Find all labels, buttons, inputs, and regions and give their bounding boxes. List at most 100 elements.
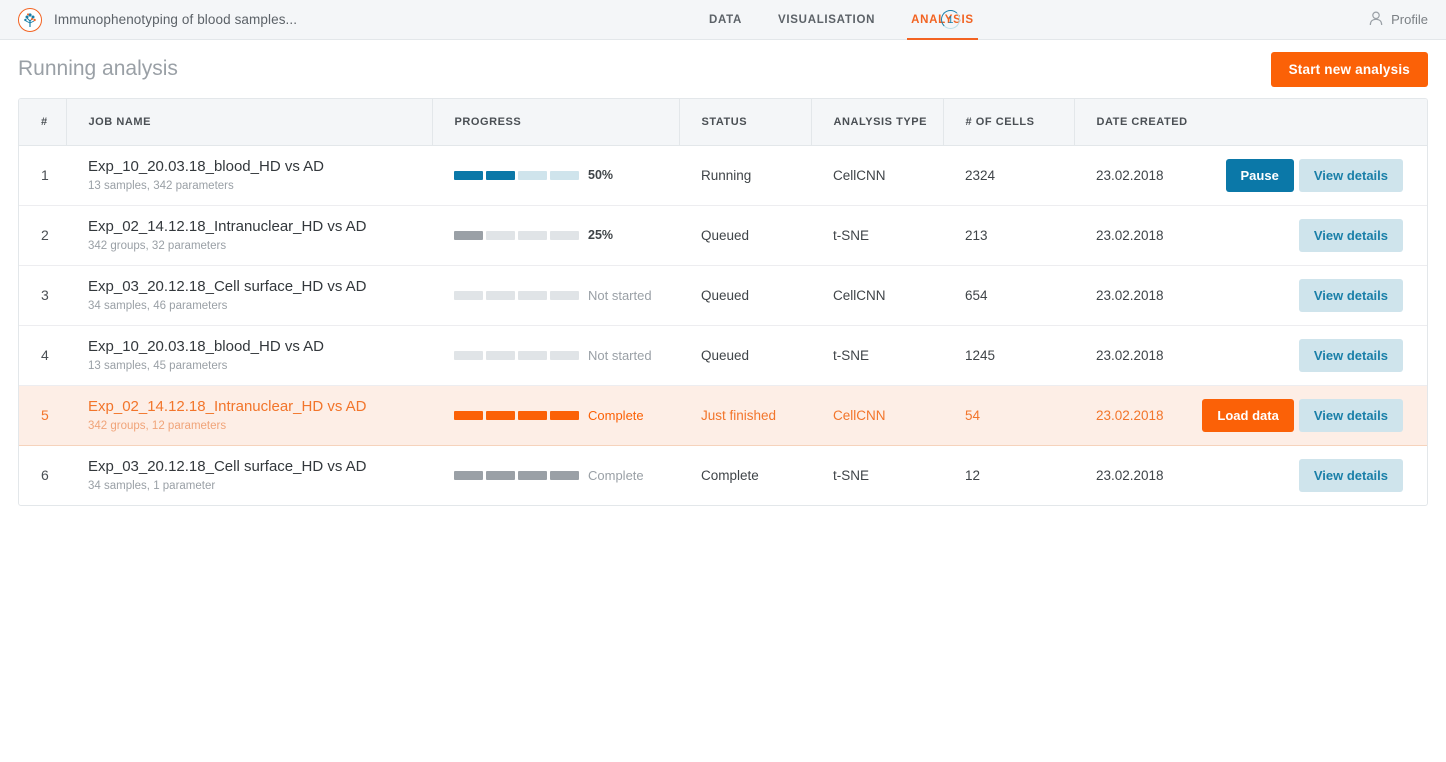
job-name-cell: Exp_03_20.12.18_Cell surface_HD vs AD 34 … <box>66 445 432 505</box>
job-name-cell: Exp_02_14.12.18_Intranuclear_HD vs AD 342… <box>66 385 432 445</box>
row-number: 2 <box>41 227 49 243</box>
progress-segment <box>550 470 579 480</box>
date-created-cell: 23.02.2018 <box>1096 287 1164 303</box>
column-header-cells[interactable]: # OF CELLS <box>943 99 1075 146</box>
actions-cell: Load data View details <box>1202 385 1427 445</box>
analysis-jobs-table-container: # JOB NAME PROGRESS STATUS ANALYSIS TYPE… <box>18 98 1428 506</box>
table-row[interactable]: 4 Exp_10_20.03.18_blood_HD vs AD 13 sample… <box>19 325 1427 385</box>
progress-bar <box>454 410 579 420</box>
analysis-count-badge[interactable]: 1 <box>941 10 960 29</box>
load-data-button[interactable]: Load data <box>1202 398 1294 432</box>
progress-bar <box>454 170 579 180</box>
cells-count-cell: 12 <box>965 467 981 483</box>
table-row[interactable]: 6 Exp_03_20.12.18_Cell surface_HD vs AD 34… <box>19 445 1427 505</box>
job-meta: 342 groups, 12 parameters <box>88 420 227 433</box>
user-icon <box>1369 11 1383 29</box>
page-title: Running analysis <box>18 57 178 80</box>
progress-cell: 25% <box>432 205 679 265</box>
brand[interactable]: Immunophenotyping of blood samples... <box>18 7 298 32</box>
actions-cell: View details <box>1249 325 1427 385</box>
progress-segment <box>454 470 483 480</box>
analysis-type-cell: t-SNE <box>833 347 870 363</box>
row-number: 3 <box>41 287 49 303</box>
progress-segment <box>518 290 547 300</box>
progress-segment <box>486 410 515 420</box>
job-name-cell: Exp_03_20.12.18_Cell surface_HD vs AD 34 … <box>66 265 432 325</box>
table-row[interactable]: 3 Exp_03_20.12.18_Cell surface_HD vs AD 34… <box>19 265 1427 325</box>
actions-cell: Pause View details <box>1225 145 1427 205</box>
progress-segment <box>518 350 547 360</box>
job-meta: 342 groups, 32 parameters <box>88 240 227 253</box>
date-created-cell: 23.02.2018 <box>1096 347 1164 363</box>
progress-segment <box>454 290 483 300</box>
job-name: Exp_10_20.03.18_blood_HD vs AD <box>88 157 325 175</box>
cells-count-cell: 54 <box>965 407 981 423</box>
progress-label: Not started <box>588 287 652 303</box>
job-name-cell: Exp_10_20.03.18_blood_HD vs AD 13 samples… <box>66 325 432 385</box>
view-details-button[interactable]: View details <box>1298 398 1403 432</box>
job-name-cell: Exp_02_14.12.18_Intranuclear_HD vs AD 342… <box>66 205 432 265</box>
status-cell: Queued <box>701 287 750 303</box>
page-header: Running analysis Start new analysis <box>0 40 1446 98</box>
column-header-number[interactable]: # <box>19 99 67 146</box>
start-new-analysis-button[interactable]: Start new analysis <box>1270 51 1428 87</box>
progress-segment <box>486 470 515 480</box>
row-number: 5 <box>41 407 49 423</box>
progress-bar <box>454 470 579 480</box>
progress-bar <box>454 350 579 360</box>
table-row[interactable]: 5 Exp_02_14.12.18_Intranuclear_HD vs AD 34… <box>19 385 1427 445</box>
table-header: # JOB NAME PROGRESS STATUS ANALYSIS TYPE… <box>19 99 1427 146</box>
actions-cell: View details <box>1249 265 1427 325</box>
progress-segment <box>550 290 579 300</box>
pause-button[interactable]: Pause <box>1225 158 1294 192</box>
job-meta: 34 samples, 1 parameter <box>88 480 216 493</box>
date-created-cell: 23.02.2018 <box>1096 167 1164 183</box>
view-details-button[interactable]: View details <box>1298 278 1403 312</box>
job-name-cell: Exp_10_20.03.18_blood_HD vs AD 13 samples… <box>66 145 432 205</box>
analysis-type-cell: CellCNN <box>833 287 886 303</box>
view-details-button[interactable]: View details <box>1298 338 1403 372</box>
column-header-date-created[interactable]: DATE CREATED <box>1074 99 1427 146</box>
actions-cell: View details <box>1249 445 1427 505</box>
nav-item-data[interactable]: DATA <box>691 0 760 40</box>
progress-segment <box>550 230 579 240</box>
row-number: 1 <box>41 167 49 183</box>
date-created-cell: 23.02.2018 <box>1096 467 1164 483</box>
row-number: 6 <box>41 467 49 484</box>
view-details-button[interactable]: View details <box>1298 158 1403 192</box>
status-cell: Just finished <box>701 407 777 423</box>
progress-cell: Not started <box>432 325 679 385</box>
job-meta: 13 samples, 342 parameters <box>88 180 234 193</box>
column-header-job-name[interactable]: JOB NAME <box>66 99 433 146</box>
top-navigation-bar: Immunophenotyping of blood samples... DA… <box>0 0 1446 40</box>
table-row[interactable]: 2 Exp_02_14.12.18_Intranuclear_HD vs AD 34… <box>19 205 1427 265</box>
status-cell: Queued <box>701 347 750 363</box>
job-name: Exp_10_20.03.18_blood_HD vs AD <box>88 337 325 355</box>
table-header-row: # JOB NAME PROGRESS STATUS ANALYSIS TYPE… <box>19 99 1427 146</box>
profile-menu[interactable]: Profile <box>1369 11 1428 29</box>
progress-segment <box>454 350 483 360</box>
table-row[interactable]: 1 Exp_10_20.03.18_blood_HD vs AD 13 sample… <box>19 145 1427 205</box>
job-meta: 34 samples, 46 parameters <box>88 300 228 313</box>
progress-label: 25% <box>588 228 614 242</box>
date-created-cell: 23.02.2018 <box>1096 227 1164 243</box>
progress-segment <box>550 170 579 180</box>
status-cell: Complete <box>701 467 759 483</box>
view-details-button[interactable]: View details <box>1298 218 1403 252</box>
progress-cell: Not started <box>432 265 679 325</box>
column-header-progress[interactable]: PROGRESS <box>432 99 680 146</box>
progress-segment <box>486 290 515 300</box>
column-header-analysis-type[interactable]: ANALYSIS TYPE <box>811 99 944 146</box>
progress-bar <box>454 290 579 300</box>
analysis-type-cell: t-SNE <box>833 227 870 243</box>
progress-label: Not started <box>588 347 652 363</box>
progress-bar <box>454 230 579 240</box>
progress-label: 50% <box>588 168 614 182</box>
nav-item-visualisation[interactable]: VISUALISATION <box>760 0 893 40</box>
column-header-status[interactable]: STATUS <box>679 99 812 146</box>
view-details-button[interactable]: View details <box>1298 458 1403 492</box>
brand-title: Immunophenotyping of blood samples... <box>54 12 298 27</box>
progress-segment <box>486 170 515 180</box>
progress-cell: 50% <box>432 145 679 205</box>
cells-count-cell: 213 <box>965 227 988 243</box>
